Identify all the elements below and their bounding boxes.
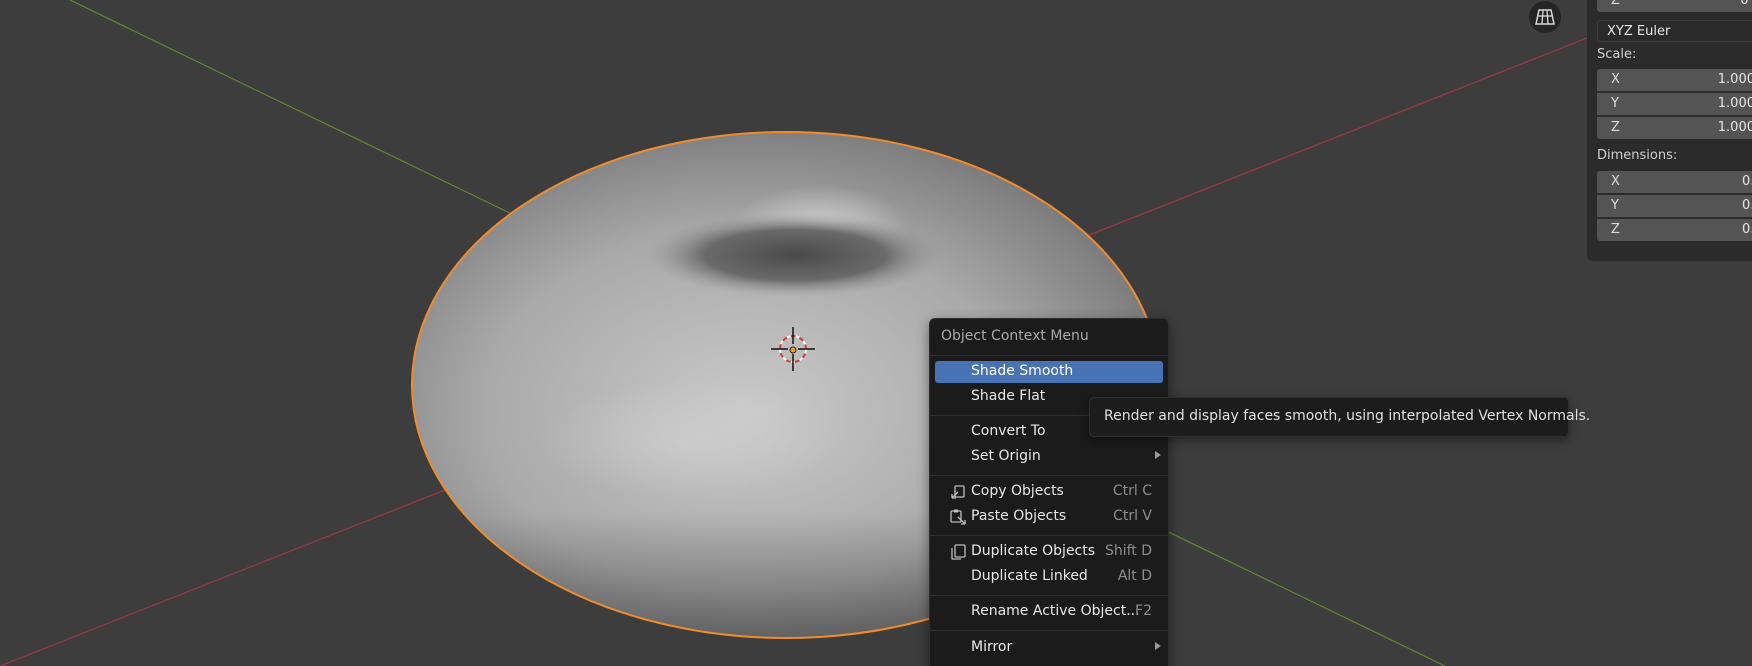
scale-y-value: 1.000	[1717, 96, 1752, 111]
shade-smooth-tooltip: Render and display faces smooth, using i…	[1089, 397, 1590, 437]
axis-label: X	[1611, 72, 1620, 87]
grid-toggle-button[interactable]	[1529, 1, 1561, 33]
menu-separator	[930, 355, 1168, 356]
submenu-arrow-icon	[1155, 451, 1161, 459]
rotation-mode-value: XYZ Euler	[1607, 24, 1671, 39]
rotation-mode-select[interactable]: XYZ Euler	[1597, 20, 1752, 42]
axis-label: Z	[1611, 0, 1620, 8]
object-context-menu: Object Context Menu Shade Smooth Shade F…	[929, 318, 1169, 666]
scale-label: Scale:	[1597, 47, 1637, 62]
sidebar-transform-panel: Z 0° XYZ Euler Scale: X 1.000 Y 1.000 Z …	[1587, 0, 1752, 261]
menu-item-shortcut: Ctrl V	[1113, 508, 1152, 524]
menu-item-duplicate-linked[interactable]: Duplicate Linked Alt D	[935, 566, 1163, 588]
dimensions-y-value: 0.09	[1742, 198, 1752, 213]
paste-icon	[950, 509, 966, 525]
menu-item-duplicate-objects[interactable]: Duplicate Objects Shift D	[935, 541, 1163, 563]
dimensions-z-field[interactable]: Z 0.03	[1597, 219, 1752, 241]
scale-x-value: 1.000	[1717, 72, 1752, 87]
menu-item-label: Set Origin	[971, 448, 1041, 464]
axis-label: Y	[1611, 96, 1619, 111]
3d-viewport[interactable]: Z 0° XYZ Euler Scale: X 1.000 Y 1.000 Z …	[0, 0, 1752, 666]
dimensions-x-value: 0.09	[1742, 174, 1752, 189]
menu-item-shortcut: Shift D	[1104, 543, 1152, 559]
menu-item-label: Duplicate Linked	[971, 568, 1088, 584]
menu-item-rename-active-object[interactable]: Rename Active Object... F2	[935, 601, 1163, 623]
dimensions-label: Dimensions:	[1597, 148, 1678, 163]
menu-separator	[930, 535, 1168, 536]
menu-item-shortcut: Alt D	[1117, 568, 1152, 584]
menu-item-shortcut: F2	[1135, 603, 1152, 619]
dimensions-z-value: 0.03	[1742, 222, 1752, 237]
axis-label: X	[1611, 174, 1620, 189]
submenu-arrow-icon	[1155, 642, 1161, 650]
tooltip-text: Render and display faces smooth, using i…	[1104, 408, 1591, 424]
menu-item-label: Duplicate Objects	[971, 543, 1096, 559]
menu-separator	[930, 475, 1168, 476]
menu-item-set-origin[interactable]: Set Origin	[935, 446, 1163, 468]
copy-icon	[951, 485, 965, 499]
scale-z-value: 1.000	[1717, 120, 1752, 135]
menu-separator	[930, 630, 1168, 631]
grid-toggle-icon	[1535, 9, 1555, 25]
axis-label: Z	[1611, 120, 1620, 135]
menu-item-label: Paste Objects	[971, 508, 1067, 524]
menu-item-label: Rename Active Object...	[971, 603, 1140, 619]
duplicate-icon	[951, 544, 966, 560]
menu-item-label: Copy Objects	[971, 483, 1064, 499]
viewport-scene[interactable]	[0, 0, 1752, 666]
object-origin-icon	[789, 346, 797, 354]
menu-item-mirror[interactable]: Mirror	[935, 637, 1163, 659]
menu-item-shade-smooth[interactable]: Shade Smooth	[935, 361, 1163, 383]
scale-y-field[interactable]: Y 1.000	[1597, 93, 1752, 115]
dimensions-x-field[interactable]: X 0.09	[1597, 171, 1752, 193]
menu-item-label: Shade Smooth	[971, 363, 1074, 379]
scale-z-field[interactable]: Z 1.000	[1597, 117, 1752, 139]
menu-item-label: Convert To	[971, 423, 1046, 439]
context-menu-title: Object Context Menu	[941, 328, 1089, 344]
axis-label: Z	[1611, 222, 1620, 237]
menu-separator	[930, 595, 1168, 596]
menu-item-shortcut: Ctrl C	[1112, 483, 1152, 499]
menu-item-label: Shade Flat	[971, 388, 1046, 404]
menu-item-copy-objects[interactable]: Copy Objects Ctrl C	[935, 481, 1163, 503]
scale-x-field[interactable]: X 1.000	[1597, 69, 1752, 91]
rotation-z-value: 0°	[1740, 0, 1752, 8]
axis-label: Y	[1611, 198, 1619, 213]
rotation-z-field[interactable]: Z 0°	[1597, 0, 1752, 12]
menu-item-label: Mirror	[971, 639, 1013, 655]
menu-item-paste-objects[interactable]: Paste Objects Ctrl V	[935, 506, 1163, 528]
dimensions-y-field[interactable]: Y 0.09	[1597, 195, 1752, 217]
